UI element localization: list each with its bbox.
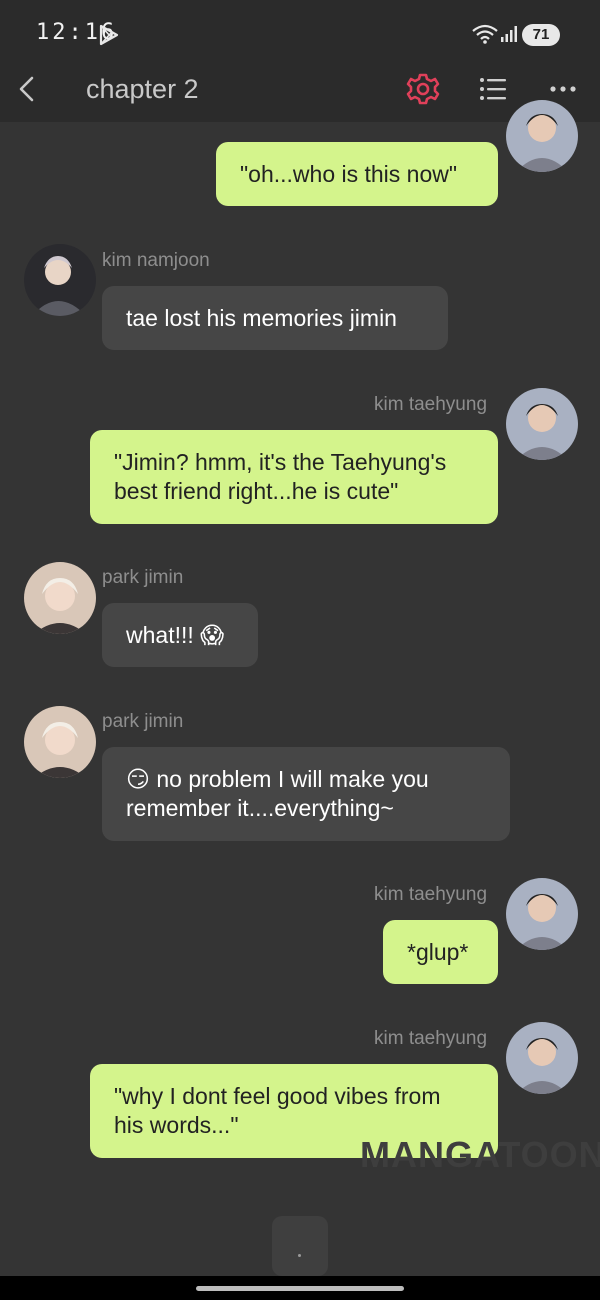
message-bubble[interactable]: "oh...who is this now" xyxy=(216,142,498,206)
sender-name: kim taehyung xyxy=(374,394,488,415)
message-text-line-1: "why I dont feel good vibes from xyxy=(114,1083,441,1109)
scroll-handle[interactable] xyxy=(272,1216,328,1276)
chat-screen: 12:16 71 chapter 2 "oh...who is this now… xyxy=(0,0,600,1300)
watermark-logo: MANGATOON xyxy=(360,1134,600,1175)
avatar-taehyung xyxy=(506,878,578,950)
message-text-line-2: his words..." xyxy=(114,1112,239,1138)
status-bar: 12:16 71 xyxy=(0,0,600,64)
avatar-taehyung xyxy=(506,1022,578,1094)
play-icon xyxy=(99,24,119,46)
message-bubble[interactable]: what!!! 😱 xyxy=(102,603,258,667)
more-icon[interactable] xyxy=(548,74,578,104)
battery-indicator: 71 xyxy=(522,24,560,46)
message-text: *glup* xyxy=(407,938,469,965)
message-text-line-1: "Jimin? hmm, it's the Taehyung's xyxy=(114,449,447,475)
message-text-line-1: 😏 no problem I will make you xyxy=(126,766,429,792)
message-bubble[interactable]: *glup* xyxy=(383,920,498,984)
wifi-icon xyxy=(472,24,498,44)
sender-name: kim namjoon xyxy=(102,250,210,271)
avatar-taehyung xyxy=(506,100,578,172)
sender-name: kim taehyung xyxy=(374,1028,488,1049)
sender-name: park jimin xyxy=(102,567,184,588)
message-text: "oh...who is this now" xyxy=(240,160,458,187)
avatar-taehyung xyxy=(506,388,578,460)
app-header: chapter 2 xyxy=(0,64,600,122)
home-indicator[interactable] xyxy=(196,1286,404,1291)
list-icon[interactable] xyxy=(478,74,508,104)
chapter-title: chapter 2 xyxy=(86,74,199,104)
sender-name: kim taehyung xyxy=(374,884,488,905)
message-text-line-2: remember it....everything~ xyxy=(126,795,394,821)
system-nav-bar xyxy=(0,1276,600,1300)
sender-name: park jimin xyxy=(102,711,184,732)
scroll-dot-icon xyxy=(298,1254,301,1257)
message-bubble[interactable]: tae lost his memories jimin xyxy=(102,286,448,350)
message-bubble[interactable]: 😏 no problem I will make you remember it… xyxy=(102,747,510,841)
gear-icon[interactable] xyxy=(406,72,440,106)
avatar-namjoon xyxy=(24,244,96,316)
message-text: what!!! 😱 xyxy=(126,621,225,648)
back-icon[interactable] xyxy=(14,74,40,104)
message-bubble[interactable]: "Jimin? hmm, it's the Taehyung's best fr… xyxy=(90,430,498,524)
message-text: tae lost his memories jimin xyxy=(126,304,397,331)
avatar-jimin xyxy=(24,706,96,778)
message-text-line-2: best friend right...he is cute" xyxy=(114,478,399,504)
avatar-jimin xyxy=(24,562,96,634)
signal-icon xyxy=(501,26,517,42)
